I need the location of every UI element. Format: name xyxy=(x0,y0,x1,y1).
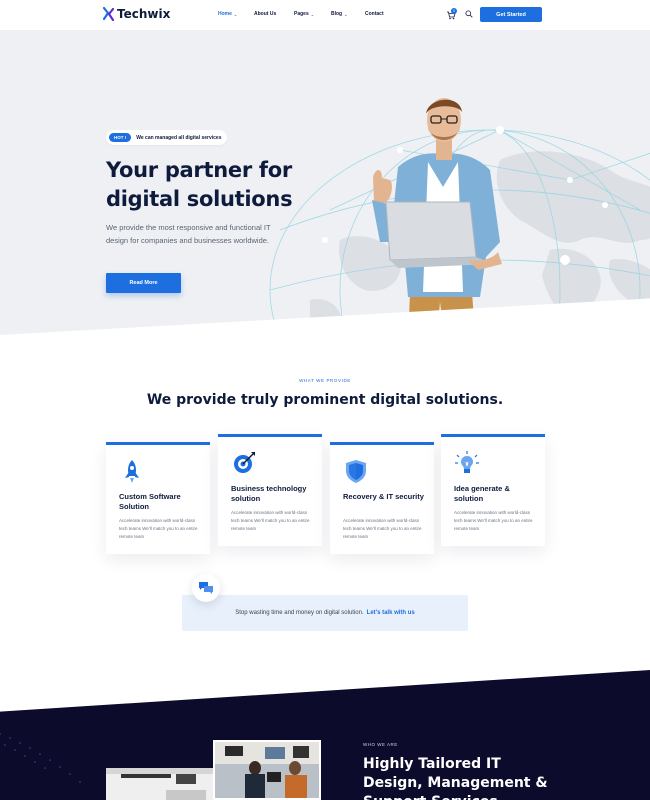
nav-blog[interactable]: Blog ⌄ xyxy=(331,11,365,17)
chat-icon xyxy=(199,582,213,594)
service-card-title: Custom Software Solution xyxy=(119,492,181,511)
service-card-title: Idea generate & solution xyxy=(454,484,510,503)
nav-pages-label: Pages xyxy=(294,11,309,17)
nav-pages[interactable]: Pages ⌄ xyxy=(294,11,331,17)
service-card-idea-generate[interactable]: Idea generate & solution Accelerate inno… xyxy=(441,434,545,546)
cart-count-badge: 0 xyxy=(451,8,457,14)
nav-about-us[interactable]: About Us xyxy=(254,11,294,17)
chat-icon-badge xyxy=(192,574,220,602)
smiling-man-with-laptop-image xyxy=(372,98,502,335)
service-card-text: Accelerate innovation with world-class t… xyxy=(231,510,310,531)
hero-title-line1: Your partner for xyxy=(106,158,292,182)
hot-tag: HOT ! xyxy=(109,133,132,142)
get-started-button[interactable]: Get Started xyxy=(480,7,542,22)
team-working-image xyxy=(215,742,319,798)
rocket-icon xyxy=(125,460,139,483)
office-interior-image xyxy=(106,768,216,800)
lightbulb-icon xyxy=(455,451,479,473)
hero-title-line2: digital solutions xyxy=(106,187,293,211)
talk-cta-bar: Stop wasting time and money on digital s… xyxy=(182,595,468,631)
talk-cta-text: Stop wasting time and money on digital s… xyxy=(235,610,364,616)
hero-description: We provide the most responsive and funct… xyxy=(106,223,271,245)
services-eyebrow: WHAT WE PROVIDE xyxy=(299,378,351,383)
service-card-text: Accelerate innovation with world-class t… xyxy=(343,518,422,539)
target-icon xyxy=(234,452,255,473)
service-card-text: Accelerate innovation with world-class t… xyxy=(119,518,198,539)
hero-section: HOT ! We can managed all digital service… xyxy=(0,30,650,335)
service-card-custom-software[interactable]: Custom Software Solution Accelerate inno… xyxy=(106,442,210,554)
nav-home[interactable]: Home ⌄ xyxy=(218,11,254,17)
hero-badge: HOT ! We can managed all digital service… xyxy=(106,130,228,145)
read-more-button[interactable]: Read More xyxy=(106,273,181,293)
chevron-down-icon: ⌄ xyxy=(310,11,315,17)
main-menu: Home ⌄ About Us Pages ⌄ Blog ⌄ Contact xyxy=(218,11,384,17)
hero-title: Your partner for digital solutions xyxy=(106,156,336,214)
team-working-photo xyxy=(213,740,321,800)
about-title: Highly Tailored IT Design, Management & … xyxy=(363,756,548,800)
nav-home-label: Home xyxy=(218,11,232,17)
nav-about-us-label: About Us xyxy=(254,11,277,17)
service-card-text: Accelerate innovation with world-class t… xyxy=(454,510,533,531)
nav-contact[interactable]: Contact xyxy=(365,11,384,17)
service-card-recovery-security[interactable]: Recovery & IT security Accelerate innova… xyxy=(330,442,434,554)
service-card-title: Business technology solution xyxy=(231,484,307,503)
logo-icon xyxy=(103,7,114,21)
service-card-business-technology[interactable]: Business technology solution Accelerate … xyxy=(218,434,322,546)
about-eyebrow: WHO WE ARE xyxy=(363,742,398,747)
nav-blog-label: Blog xyxy=(331,11,343,17)
services-title: We provide truly prominent digital solut… xyxy=(146,392,504,408)
service-card-title: Recovery & IT security xyxy=(343,492,424,501)
office-interior-photo xyxy=(106,768,216,800)
dotted-pattern-graphic xyxy=(0,733,81,783)
logo[interactable]: Techwix xyxy=(103,7,170,21)
search-icon[interactable] xyxy=(465,10,473,18)
nav-contact-label: Contact xyxy=(365,11,384,17)
hero-badge-text: We can managed all digital services xyxy=(136,134,222,141)
top-navbar: Techwix Home ⌄ About Us Pages ⌄ Blog ⌄ Cont… xyxy=(0,0,650,30)
shield-icon xyxy=(346,460,366,483)
logo-text: Techwix xyxy=(117,7,171,21)
chevron-down-icon: ⌄ xyxy=(344,11,348,17)
chevron-down-icon: ⌄ xyxy=(233,11,238,17)
talk-cta-link[interactable]: Let's talk with us xyxy=(367,610,415,616)
